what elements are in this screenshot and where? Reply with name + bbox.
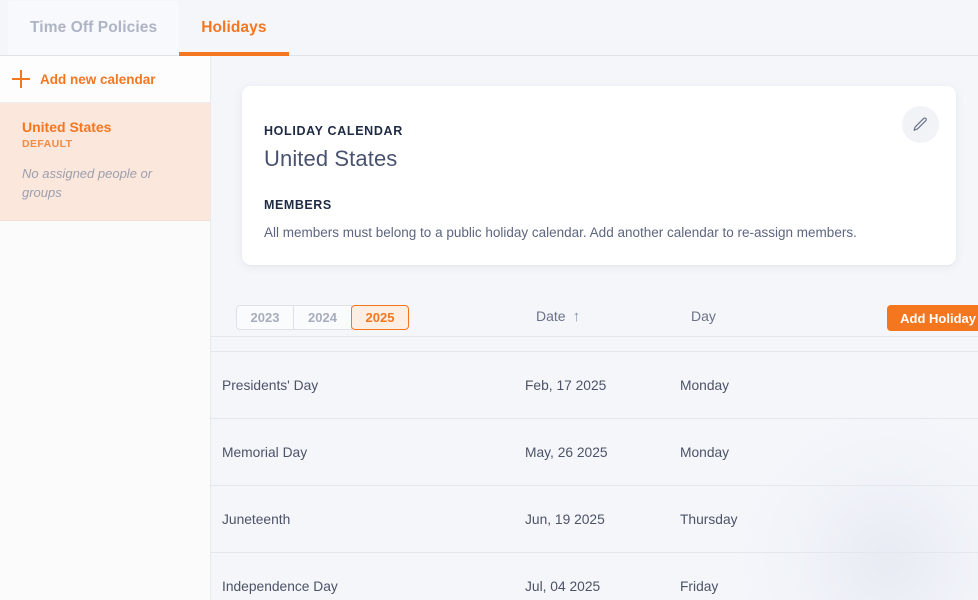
holiday-day: Friday (680, 578, 719, 594)
holiday-day: Thursday (680, 511, 738, 527)
tab-time-off-policies-label: Time Off Policies (30, 19, 158, 36)
year-button-2025-label: 2025 (365, 310, 395, 325)
holiday-date: May, 26 2025 (525, 444, 608, 460)
tab-time-off-policies[interactable]: Time Off Policies (8, 1, 180, 55)
sort-ascending-icon: ↑ (572, 307, 581, 325)
sidebar-item-united-states[interactable]: United States DEFAULT No assigned people… (0, 103, 210, 221)
holiday-calendar-card: HOLIDAY CALENDAR United States MEMBERS A… (242, 86, 956, 265)
holiday-name: Presidents' Day (222, 377, 319, 393)
year-button-2023[interactable]: 2023 (236, 305, 294, 330)
tab-bar: Time Off Policies Holidays (0, 0, 978, 56)
table-row-partial (211, 337, 978, 351)
holiday-name: Juneteenth (222, 511, 291, 527)
holidays-table: Presidents' Day Feb, 17 2025 Monday Memo… (211, 336, 978, 600)
members-description: All members must belong to a public holi… (264, 225, 857, 240)
column-header-day-label: Day (691, 308, 716, 324)
year-filter-group: 2023 2024 2025 (236, 305, 409, 330)
year-button-2025[interactable]: 2025 (351, 305, 409, 330)
table-row[interactable]: Presidents' Day Feb, 17 2025 Monday (211, 352, 978, 418)
add-new-calendar-button[interactable]: Add new calendar (0, 56, 210, 103)
calendar-assignment-text: No assigned people or groups (22, 166, 153, 200)
members-section-label: MEMBERS (264, 198, 332, 212)
card-eyebrow-label: HOLIDAY CALENDAR (264, 124, 403, 138)
sidebar: Add new calendar United States DEFAULT N… (0, 56, 211, 600)
holiday-date: Feb, 17 2025 (525, 377, 607, 393)
add-new-calendar-label: Add new calendar (40, 71, 156, 87)
calendar-default-badge: DEFAULT (22, 138, 73, 150)
holiday-name: Independence Day (222, 578, 338, 594)
tab-holidays-label: Holidays (201, 19, 267, 36)
plus-icon (12, 70, 30, 88)
add-holiday-button[interactable]: Add Holiday (887, 305, 978, 331)
calendar-name: United States (22, 119, 112, 135)
table-row[interactable]: Independence Day Jul, 04 2025 Friday (211, 553, 978, 600)
table-row[interactable]: Juneteenth Jun, 19 2025 Thursday (211, 486, 978, 552)
year-button-2024[interactable]: 2024 (294, 305, 352, 330)
tab-holidays[interactable]: Holidays (179, 1, 290, 56)
edit-calendar-button[interactable] (902, 106, 939, 143)
holiday-name: Memorial Day (222, 444, 308, 460)
app-root: Time Off Policies Holidays Add new calen… (0, 0, 978, 600)
pencil-icon (913, 117, 927, 131)
holiday-date: Jul, 04 2025 (525, 578, 601, 594)
page-title: United States (264, 146, 398, 171)
main-content: HOLIDAY CALENDAR United States MEMBERS A… (211, 56, 978, 600)
holiday-day: Monday (680, 444, 730, 460)
holiday-date: Jun, 19 2025 (525, 511, 605, 527)
column-header-date[interactable]: Date ↑ (536, 308, 580, 324)
column-header-date-label: Date (536, 308, 566, 324)
year-button-2024-label: 2024 (308, 310, 337, 325)
column-header-day: Day (691, 308, 716, 324)
year-button-2023-label: 2023 (250, 310, 280, 325)
table-row[interactable]: Memorial Day May, 26 2025 Monday (211, 419, 978, 485)
holiday-day: Monday (680, 377, 730, 393)
